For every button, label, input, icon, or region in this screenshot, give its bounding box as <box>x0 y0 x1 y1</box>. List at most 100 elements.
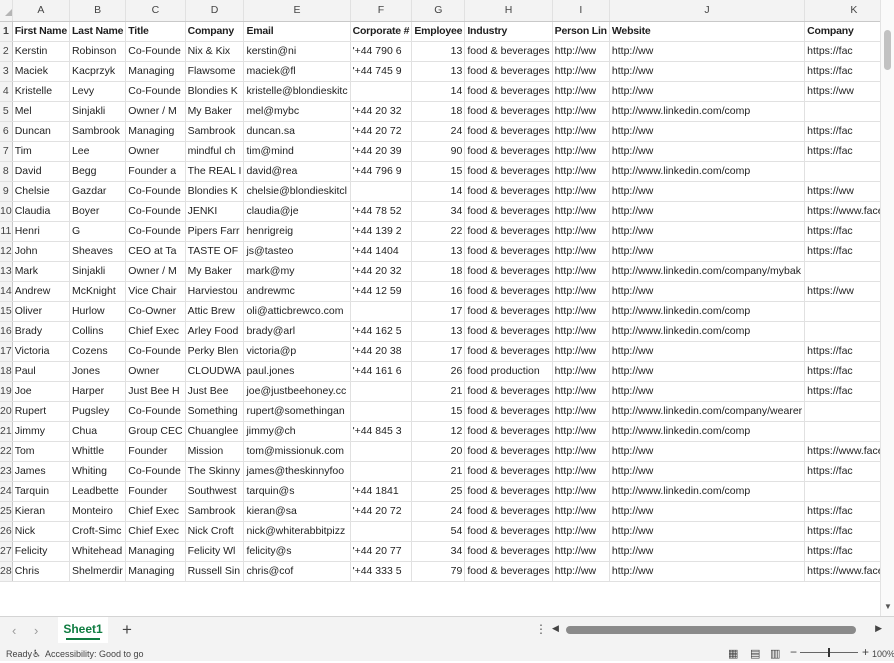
cell[interactable]: Blondies K <box>185 81 245 102</box>
cell[interactable]: food & beverages <box>464 341 553 362</box>
cell[interactable]: Pipers Farr <box>185 221 245 242</box>
cell[interactable]: http://ww <box>552 241 610 262</box>
cell[interactable]: '+44 796 9 <box>350 161 413 182</box>
cell[interactable]: '+44 139 2 <box>350 221 413 242</box>
cell[interactable]: Whittle <box>69 441 127 462</box>
cell[interactable]: Founder a <box>125 161 186 182</box>
cell[interactable]: Managing <box>125 61 186 82</box>
row-header[interactable]: 15 <box>0 301 13 322</box>
cell[interactable]: food & beverages <box>464 221 553 242</box>
cell[interactable]: 18 <box>411 101 466 122</box>
column-header-g[interactable]: G <box>411 0 466 22</box>
cell[interactable]: http://ww <box>552 281 610 302</box>
cell[interactable]: Co-Founde <box>125 41 186 62</box>
cell[interactable]: http://ww <box>552 41 610 62</box>
cell[interactable]: food & beverages <box>464 521 553 542</box>
cell[interactable]: Owner / M <box>125 261 186 282</box>
cell[interactable]: 17 <box>411 301 466 322</box>
row-header[interactable]: 17 <box>0 341 13 362</box>
column-header-d[interactable]: D <box>185 0 245 22</box>
column-header-a[interactable]: A <box>12 0 70 22</box>
cell[interactable]: food & beverages <box>464 241 553 262</box>
cell[interactable]: chris@cof <box>243 561 351 582</box>
cell[interactable]: http://ww <box>552 221 610 242</box>
cell[interactable]: Managing <box>125 561 186 582</box>
cell[interactable] <box>804 421 880 442</box>
cell[interactable]: Boyer <box>69 201 127 222</box>
cell[interactable]: Gazdar <box>69 181 127 202</box>
cell[interactable]: http://ww <box>609 201 806 222</box>
cell[interactable]: http://www.linkedin.com/company/wearer <box>609 401 806 422</box>
cell[interactable]: http://www.linkedin.com/comp <box>609 161 806 182</box>
column-title-cell[interactable]: Company <box>804 21 880 42</box>
cell[interactable]: '+44 790 6 <box>350 41 413 62</box>
cell[interactable]: http://ww <box>609 461 806 482</box>
cell[interactable]: Tarquin <box>12 481 70 502</box>
cell[interactable]: https://www.faceboc <box>804 561 880 582</box>
cell[interactable]: '+44 20 39 <box>350 141 413 162</box>
cell[interactable]: '+44 1404 <box>350 241 413 262</box>
cell[interactable]: My Baker <box>185 261 245 282</box>
cell[interactable]: Harviestou <box>185 281 245 302</box>
row-header[interactable]: 27 <box>0 541 13 562</box>
column-title-cell[interactable]: Employee <box>411 21 466 42</box>
cell[interactable]: Nick <box>12 521 70 542</box>
cell[interactable]: Just Bee H <box>125 381 186 402</box>
cell[interactable]: Chuanglee <box>185 421 245 442</box>
cell[interactable]: http://ww <box>552 161 610 182</box>
row-header[interactable]: 2 <box>0 41 13 62</box>
cell[interactable]: 13 <box>411 321 466 342</box>
cell[interactable]: mark@my <box>243 261 351 282</box>
cell[interactable]: http://ww <box>552 441 610 462</box>
cell[interactable]: Whiting <box>69 461 127 482</box>
cell[interactable] <box>350 181 413 202</box>
cell[interactable] <box>804 101 880 122</box>
cell[interactable]: Chelsie <box>12 181 70 202</box>
cell[interactable] <box>350 81 413 102</box>
cell[interactable]: 24 <box>411 121 466 142</box>
horizontal-scrollbar[interactable]: ◀ ▶ <box>552 623 882 637</box>
cell[interactable]: Sambrook <box>69 121 127 142</box>
cell[interactable]: '+44 12 59 <box>350 281 413 302</box>
cell[interactable]: '+44 20 72 <box>350 501 413 522</box>
cell[interactable]: 13 <box>411 41 466 62</box>
cell[interactable]: https://fac <box>804 61 880 82</box>
cell[interactable]: food & beverages <box>464 61 553 82</box>
row-header[interactable]: 23 <box>0 461 13 482</box>
cell[interactable]: Blondies K <box>185 181 245 202</box>
cell[interactable]: food & beverages <box>464 121 553 142</box>
cell[interactable]: 13 <box>411 61 466 82</box>
cell[interactable]: Brady <box>12 321 70 342</box>
cell[interactable]: 20 <box>411 441 466 462</box>
cell[interactable]: food & beverages <box>464 301 553 322</box>
cell[interactable]: https://fac <box>804 381 880 402</box>
cell[interactable]: https://ww <box>804 181 880 202</box>
cell[interactable]: 15 <box>411 401 466 422</box>
cell[interactable]: https://fac <box>804 361 880 382</box>
cell[interactable]: http://ww <box>552 481 610 502</box>
row-header[interactable]: 11 <box>0 221 13 242</box>
scroll-right-icon[interactable]: ▶ <box>875 623 882 634</box>
column-header-b[interactable]: B <box>69 0 127 22</box>
cell[interactable]: 13 <box>411 241 466 262</box>
cell[interactable]: Founder <box>125 481 186 502</box>
cell[interactable]: tarquin@s <box>243 481 351 502</box>
column-header-c[interactable]: C <box>125 0 186 22</box>
cell[interactable]: '+44 161 6 <box>350 361 413 382</box>
cell[interactable]: jimmy@ch <box>243 421 351 442</box>
cell[interactable]: Jones <box>69 361 127 382</box>
row-header[interactable]: 13 <box>0 261 13 282</box>
cell[interactable]: http://ww <box>552 81 610 102</box>
cell[interactable]: '+44 20 77 <box>350 541 413 562</box>
scroll-down-icon[interactable]: ▼ <box>884 602 892 611</box>
cell[interactable]: Owner <box>125 361 186 382</box>
cell[interactable]: http://ww <box>552 261 610 282</box>
cell[interactable]: Something <box>185 401 245 422</box>
cell[interactable]: food production <box>464 361 553 382</box>
cell[interactable]: Pugsley <box>69 401 127 422</box>
cell[interactable] <box>350 441 413 462</box>
cell[interactable]: http://ww <box>552 421 610 442</box>
cell[interactable]: Vice Chair <box>125 281 186 302</box>
cell[interactable]: TASTE OF <box>185 241 245 262</box>
cell[interactable]: Cozens <box>69 341 127 362</box>
